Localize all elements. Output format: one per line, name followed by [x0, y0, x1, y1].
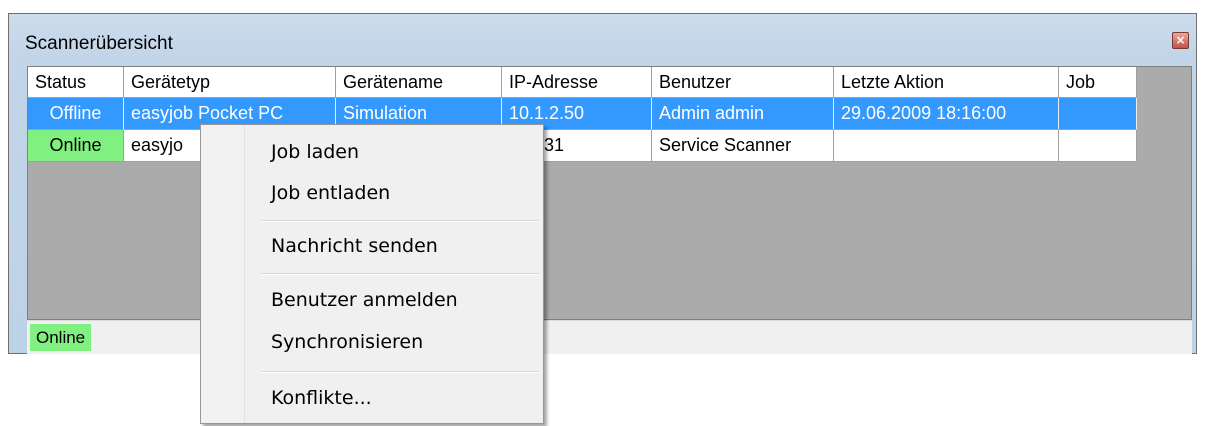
menu-item-nachricht-senden[interactable]: Nachricht senden — [271, 231, 438, 261]
close-icon[interactable]: × — [1172, 32, 1189, 49]
menu-separator — [261, 220, 539, 222]
window-title: Scannerübersicht — [25, 33, 173, 54]
grid-header: Status Gerätetyp Gerätename IP-Adresse B… — [28, 67, 1137, 98]
column-header-benutzer[interactable]: Benutzer — [652, 67, 834, 98]
status-badge: Online — [30, 324, 92, 351]
column-header-letzte-aktion[interactable]: Letzte Aktion — [834, 67, 1059, 98]
column-header-job[interactable]: Job — [1059, 67, 1137, 98]
column-header-geraetetyp[interactable]: Gerätetyp — [124, 67, 336, 98]
menu-separator — [261, 273, 539, 275]
column-header-geraetename[interactable]: Gerätename — [336, 67, 502, 98]
scanner-overview-window: Scannerübersicht × Status Gerätetyp Gerä… — [8, 13, 1197, 354]
menu-item-job-laden[interactable]: Job laden — [271, 137, 359, 167]
benutzer-cell: Service Scanner — [652, 130, 834, 162]
status-cell: Offline — [28, 98, 124, 130]
letzte-aktion-cell: 29.06.2009 18:16:00 — [834, 98, 1059, 130]
context-menu: Job laden Job entladen Nachricht senden … — [200, 124, 544, 424]
status-cell: Online — [28, 130, 124, 162]
column-header-ip-adresse[interactable]: IP-Adresse — [502, 67, 652, 98]
job-cell — [1059, 98, 1137, 130]
menu-separator — [261, 371, 539, 373]
table-row[interactable]: Online easyjo .1.2.31 Service Scanner — [28, 130, 1137, 162]
menu-item-synchronisieren[interactable]: Synchronisieren — [271, 327, 423, 357]
menu-item-konflikte[interactable]: Konflikte... — [271, 383, 372, 413]
menu-item-benutzer-anmelden[interactable]: Benutzer anmelden — [271, 285, 458, 315]
job-cell — [1059, 130, 1137, 162]
benutzer-cell: Admin admin — [652, 98, 834, 130]
letzte-aktion-cell — [834, 130, 1059, 162]
column-header-status[interactable]: Status — [28, 67, 124, 98]
menu-item-job-entladen[interactable]: Job entladen — [271, 178, 390, 208]
menu-icon-gutter — [201, 125, 245, 423]
table-row[interactable]: Offline easyjob Pocket PC Simulation 10.… — [28, 98, 1137, 130]
